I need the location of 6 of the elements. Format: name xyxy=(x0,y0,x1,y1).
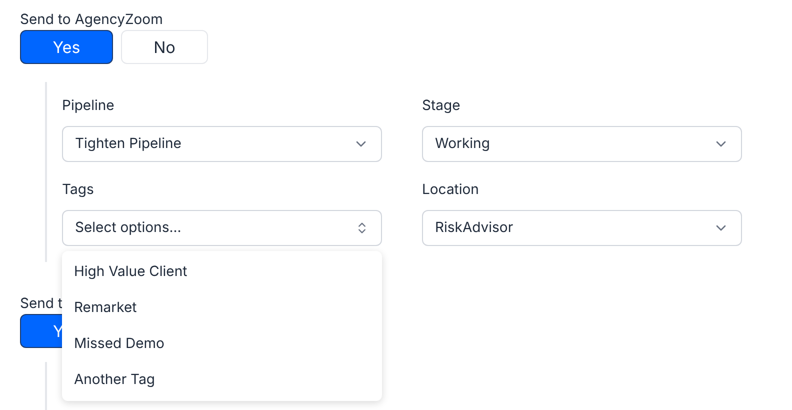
field-label: Tags xyxy=(62,180,95,200)
field-label: Stage xyxy=(422,96,462,116)
section-label: Send t xyxy=(20,294,63,314)
field-label: Pipeline xyxy=(62,96,116,116)
field-label: Location xyxy=(422,180,480,200)
section-label: Send to AgencyZoom xyxy=(20,10,164,30)
